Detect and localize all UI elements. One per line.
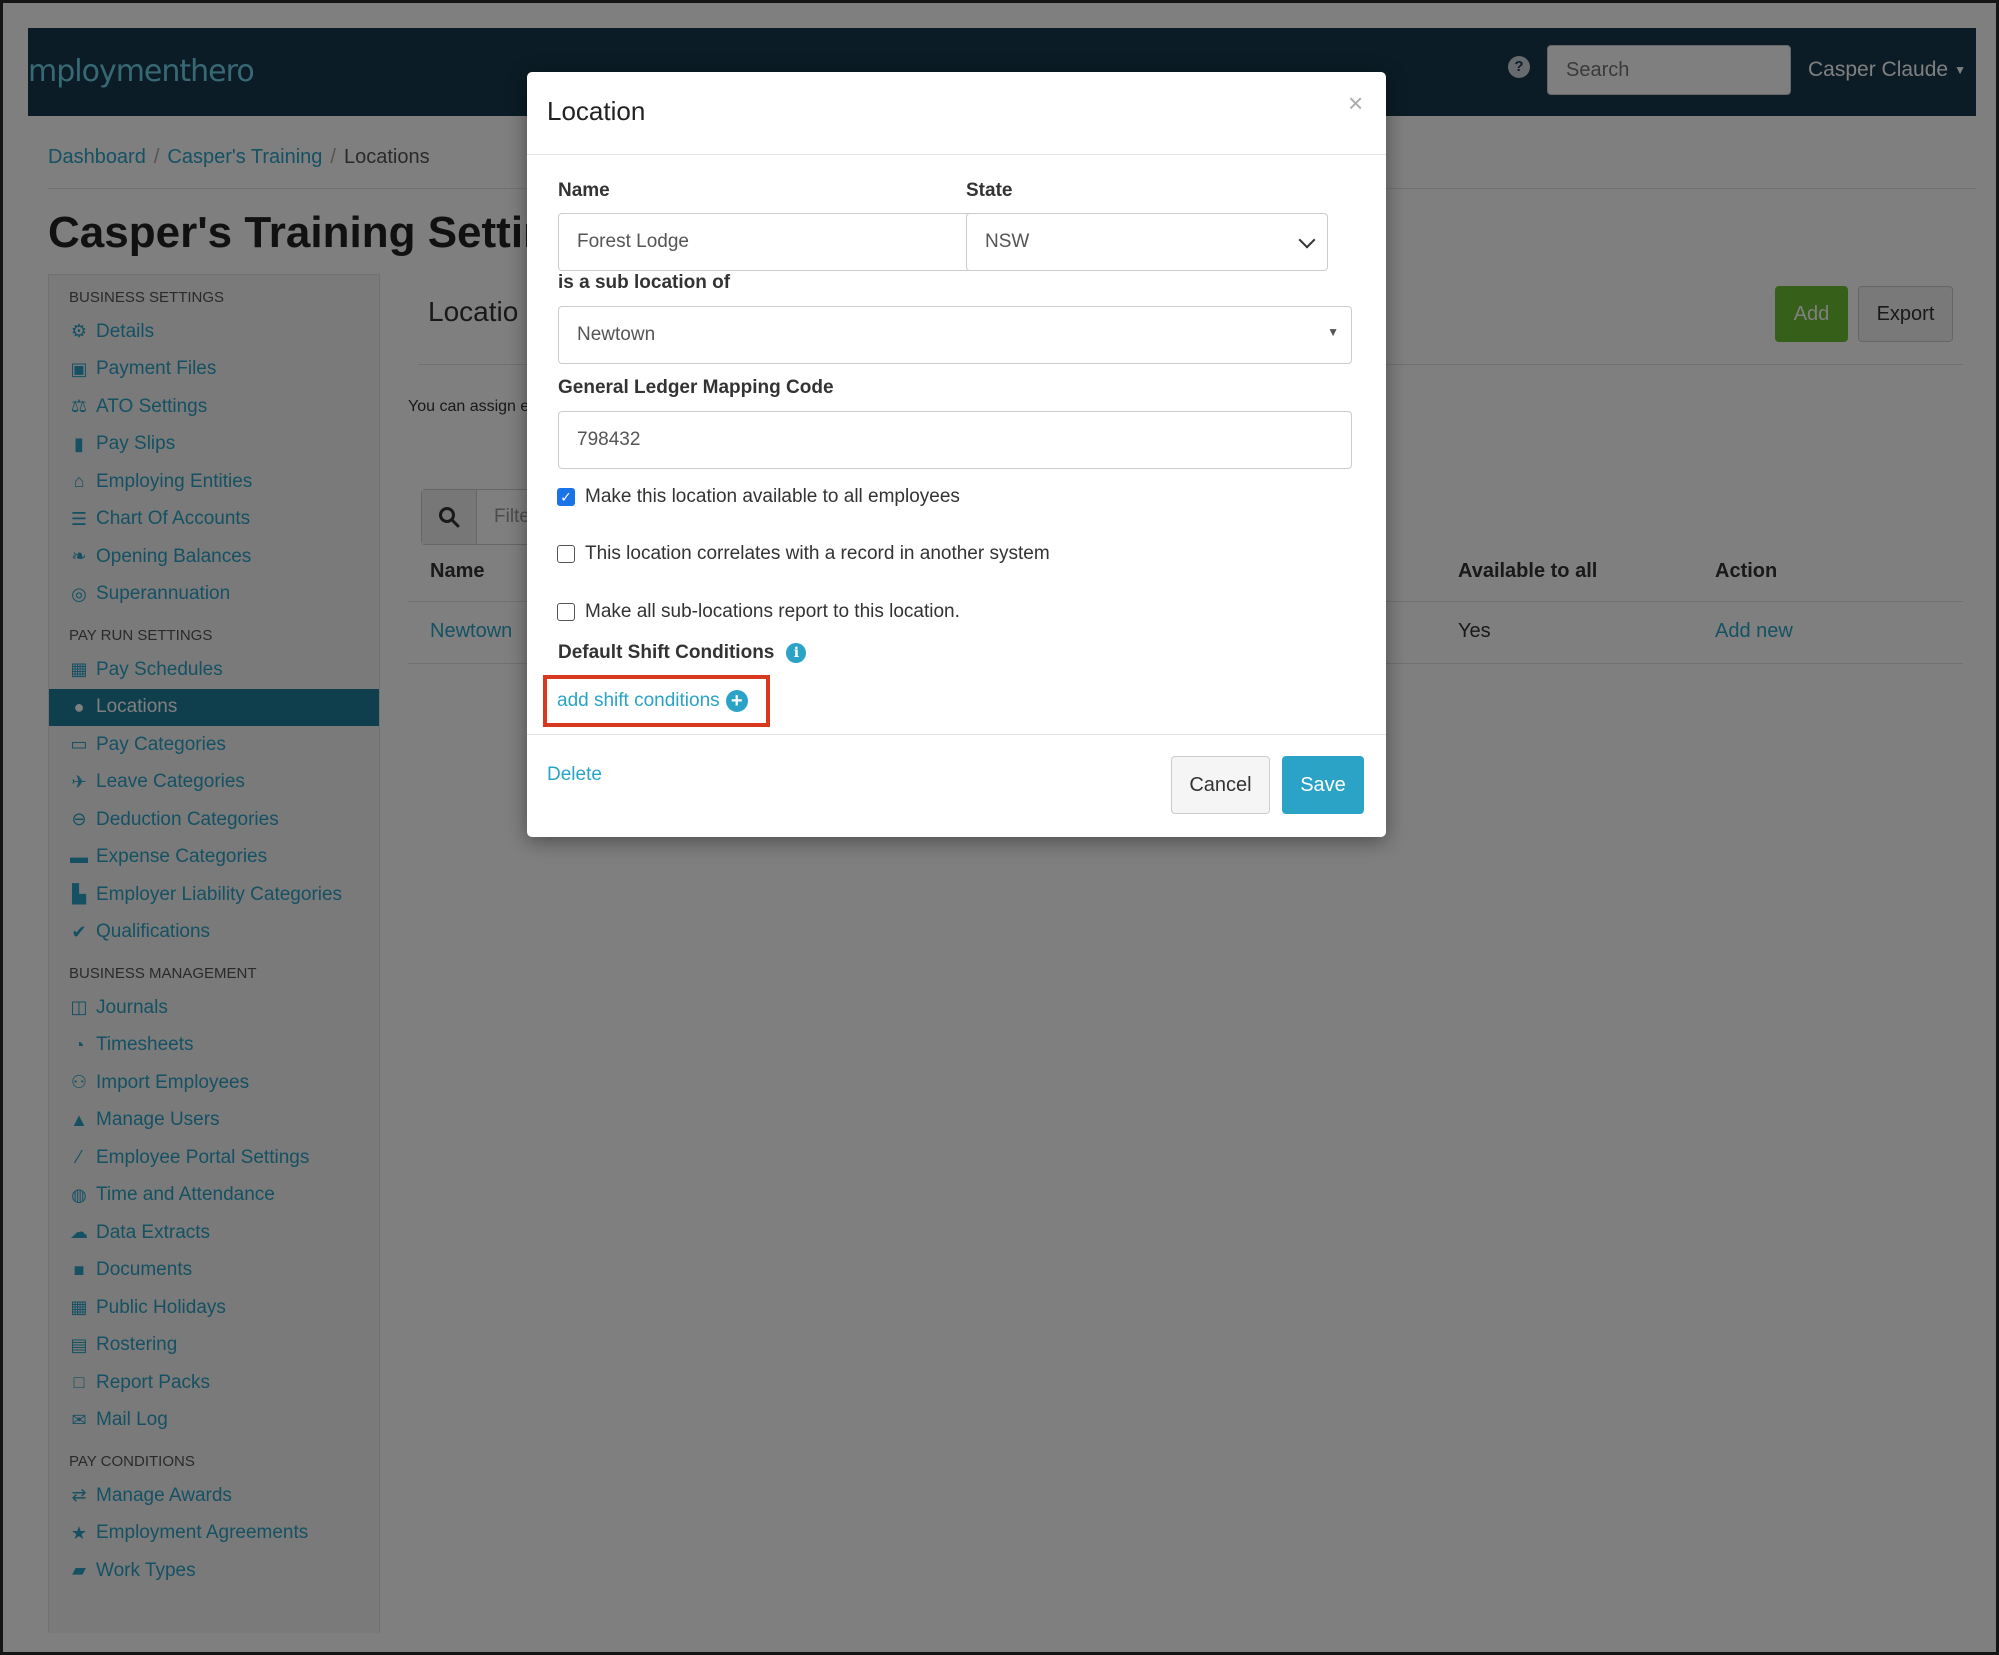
divider xyxy=(527,154,1386,155)
checkbox-label: This location correlates with a record i… xyxy=(585,543,1050,564)
state-select[interactable]: NSW xyxy=(966,213,1328,271)
close-icon[interactable]: × xyxy=(1348,88,1363,119)
external-record-checkbox-row[interactable]: This location correlates with a record i… xyxy=(557,543,1050,565)
checkbox-label: Make this location available to all empl… xyxy=(585,486,960,507)
shift-conditions-heading: Default Shift Conditions i xyxy=(558,642,807,664)
add-shift-conditions-label: add shift conditions xyxy=(557,690,720,711)
add-shift-conditions-link[interactable]: add shift conditions + xyxy=(543,675,770,727)
name-label: Name xyxy=(558,180,610,201)
shift-conditions-label: Default Shift Conditions xyxy=(558,642,775,663)
caret-down-icon: ▼ xyxy=(1327,325,1339,339)
sub-locations-report-checkbox[interactable] xyxy=(557,603,575,621)
name-input[interactable]: Forest Lodge xyxy=(558,213,971,271)
gl-code-label: General Ledger Mapping Code xyxy=(558,377,834,398)
location-modal: Location × Name Forest Lodge State NSW i… xyxy=(527,72,1386,837)
sub-location-label: is a sub location of xyxy=(558,272,731,293)
sub-location-select[interactable]: Newtown ▼ xyxy=(558,306,1352,364)
chevron-down-icon xyxy=(1298,231,1316,249)
save-button[interactable]: Save xyxy=(1282,756,1364,814)
external-record-checkbox[interactable] xyxy=(557,545,575,563)
info-icon[interactable]: i xyxy=(786,643,807,663)
modal-title: Location xyxy=(547,96,646,126)
state-label: State xyxy=(966,180,1013,201)
delete-link[interactable]: Delete xyxy=(547,764,602,786)
divider xyxy=(527,734,1386,735)
available-to-all-checkbox[interactable]: ✓ xyxy=(557,488,575,506)
gl-code-input[interactable]: 798432 xyxy=(558,411,1352,469)
available-to-all-checkbox-row[interactable]: ✓ Make this location available to all em… xyxy=(557,486,960,508)
sub-location-value: Newtown xyxy=(577,324,656,345)
state-select-value: NSW xyxy=(985,231,1030,252)
cancel-button[interactable]: Cancel xyxy=(1171,756,1270,814)
plus-circle-icon: + xyxy=(725,690,748,712)
checkbox-label: Make all sub-locations report to this lo… xyxy=(585,601,960,622)
sub-locations-report-checkbox-row[interactable]: Make all sub-locations report to this lo… xyxy=(557,601,960,623)
